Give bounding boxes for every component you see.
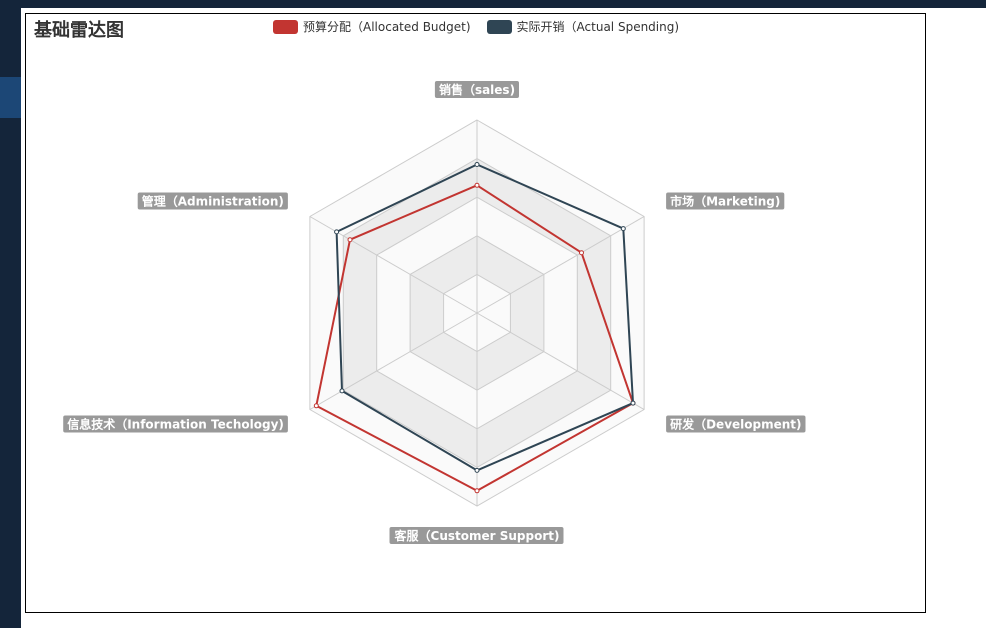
- radar-indicator-label-text-2: 研发（Development): [670, 417, 801, 432]
- radar-chart: 销售（sales) 市场（Marketing) 研发（Development) 客服（…: [63, 81, 806, 544]
- radar-indicator-label-1: 市场（Marketing): [666, 192, 785, 210]
- radar-indicator-label-text-0: 销售（sales): [439, 82, 515, 97]
- radar-point-s1-1: [620, 226, 626, 232]
- side-bar-active-item[interactable]: [0, 77, 21, 118]
- app-top-bar: [0, 0, 986, 8]
- chart-panel: 基础雷达图 预算分配（Allocated Budget) 实际开销（Actual…: [25, 13, 926, 613]
- radar-point-s0-0: [474, 182, 480, 188]
- radar-point-s0-3: [474, 488, 480, 494]
- radar-point-s0-1: [579, 250, 584, 256]
- radar-point-s1-0: [474, 162, 480, 167]
- radar-indicator-label-5: 管理（Administration): [137, 192, 288, 210]
- radar-indicator-label-4: 信息技术（Information Techology): [63, 415, 288, 433]
- radar-indicator-label-text-3: 客服（Customer Support): [394, 528, 560, 543]
- radar-point-s1-4: [339, 388, 345, 394]
- radar-point-s0-4: [313, 403, 319, 409]
- radar-point-s0-5: [347, 237, 353, 243]
- radar-indicator-label-2: 研发（Development): [666, 415, 806, 433]
- radar-indicator-label-text-5: 管理（Administration): [142, 194, 284, 209]
- app-side-bar: [0, 0, 21, 628]
- radar-point-s1-5: [334, 229, 340, 235]
- radar-indicator-label-text-1: 市场（Marketing): [670, 194, 780, 209]
- radar-indicator-label-3: 客服（Customer Support): [389, 527, 564, 544]
- radar-indicator-label-text-4: 信息技术（Information Techology): [67, 417, 284, 432]
- radar-point-s1-2: [630, 400, 636, 406]
- radar-point-s1-3: [474, 467, 480, 473]
- radar-indicator-label-0: 销售（sales): [434, 81, 519, 98]
